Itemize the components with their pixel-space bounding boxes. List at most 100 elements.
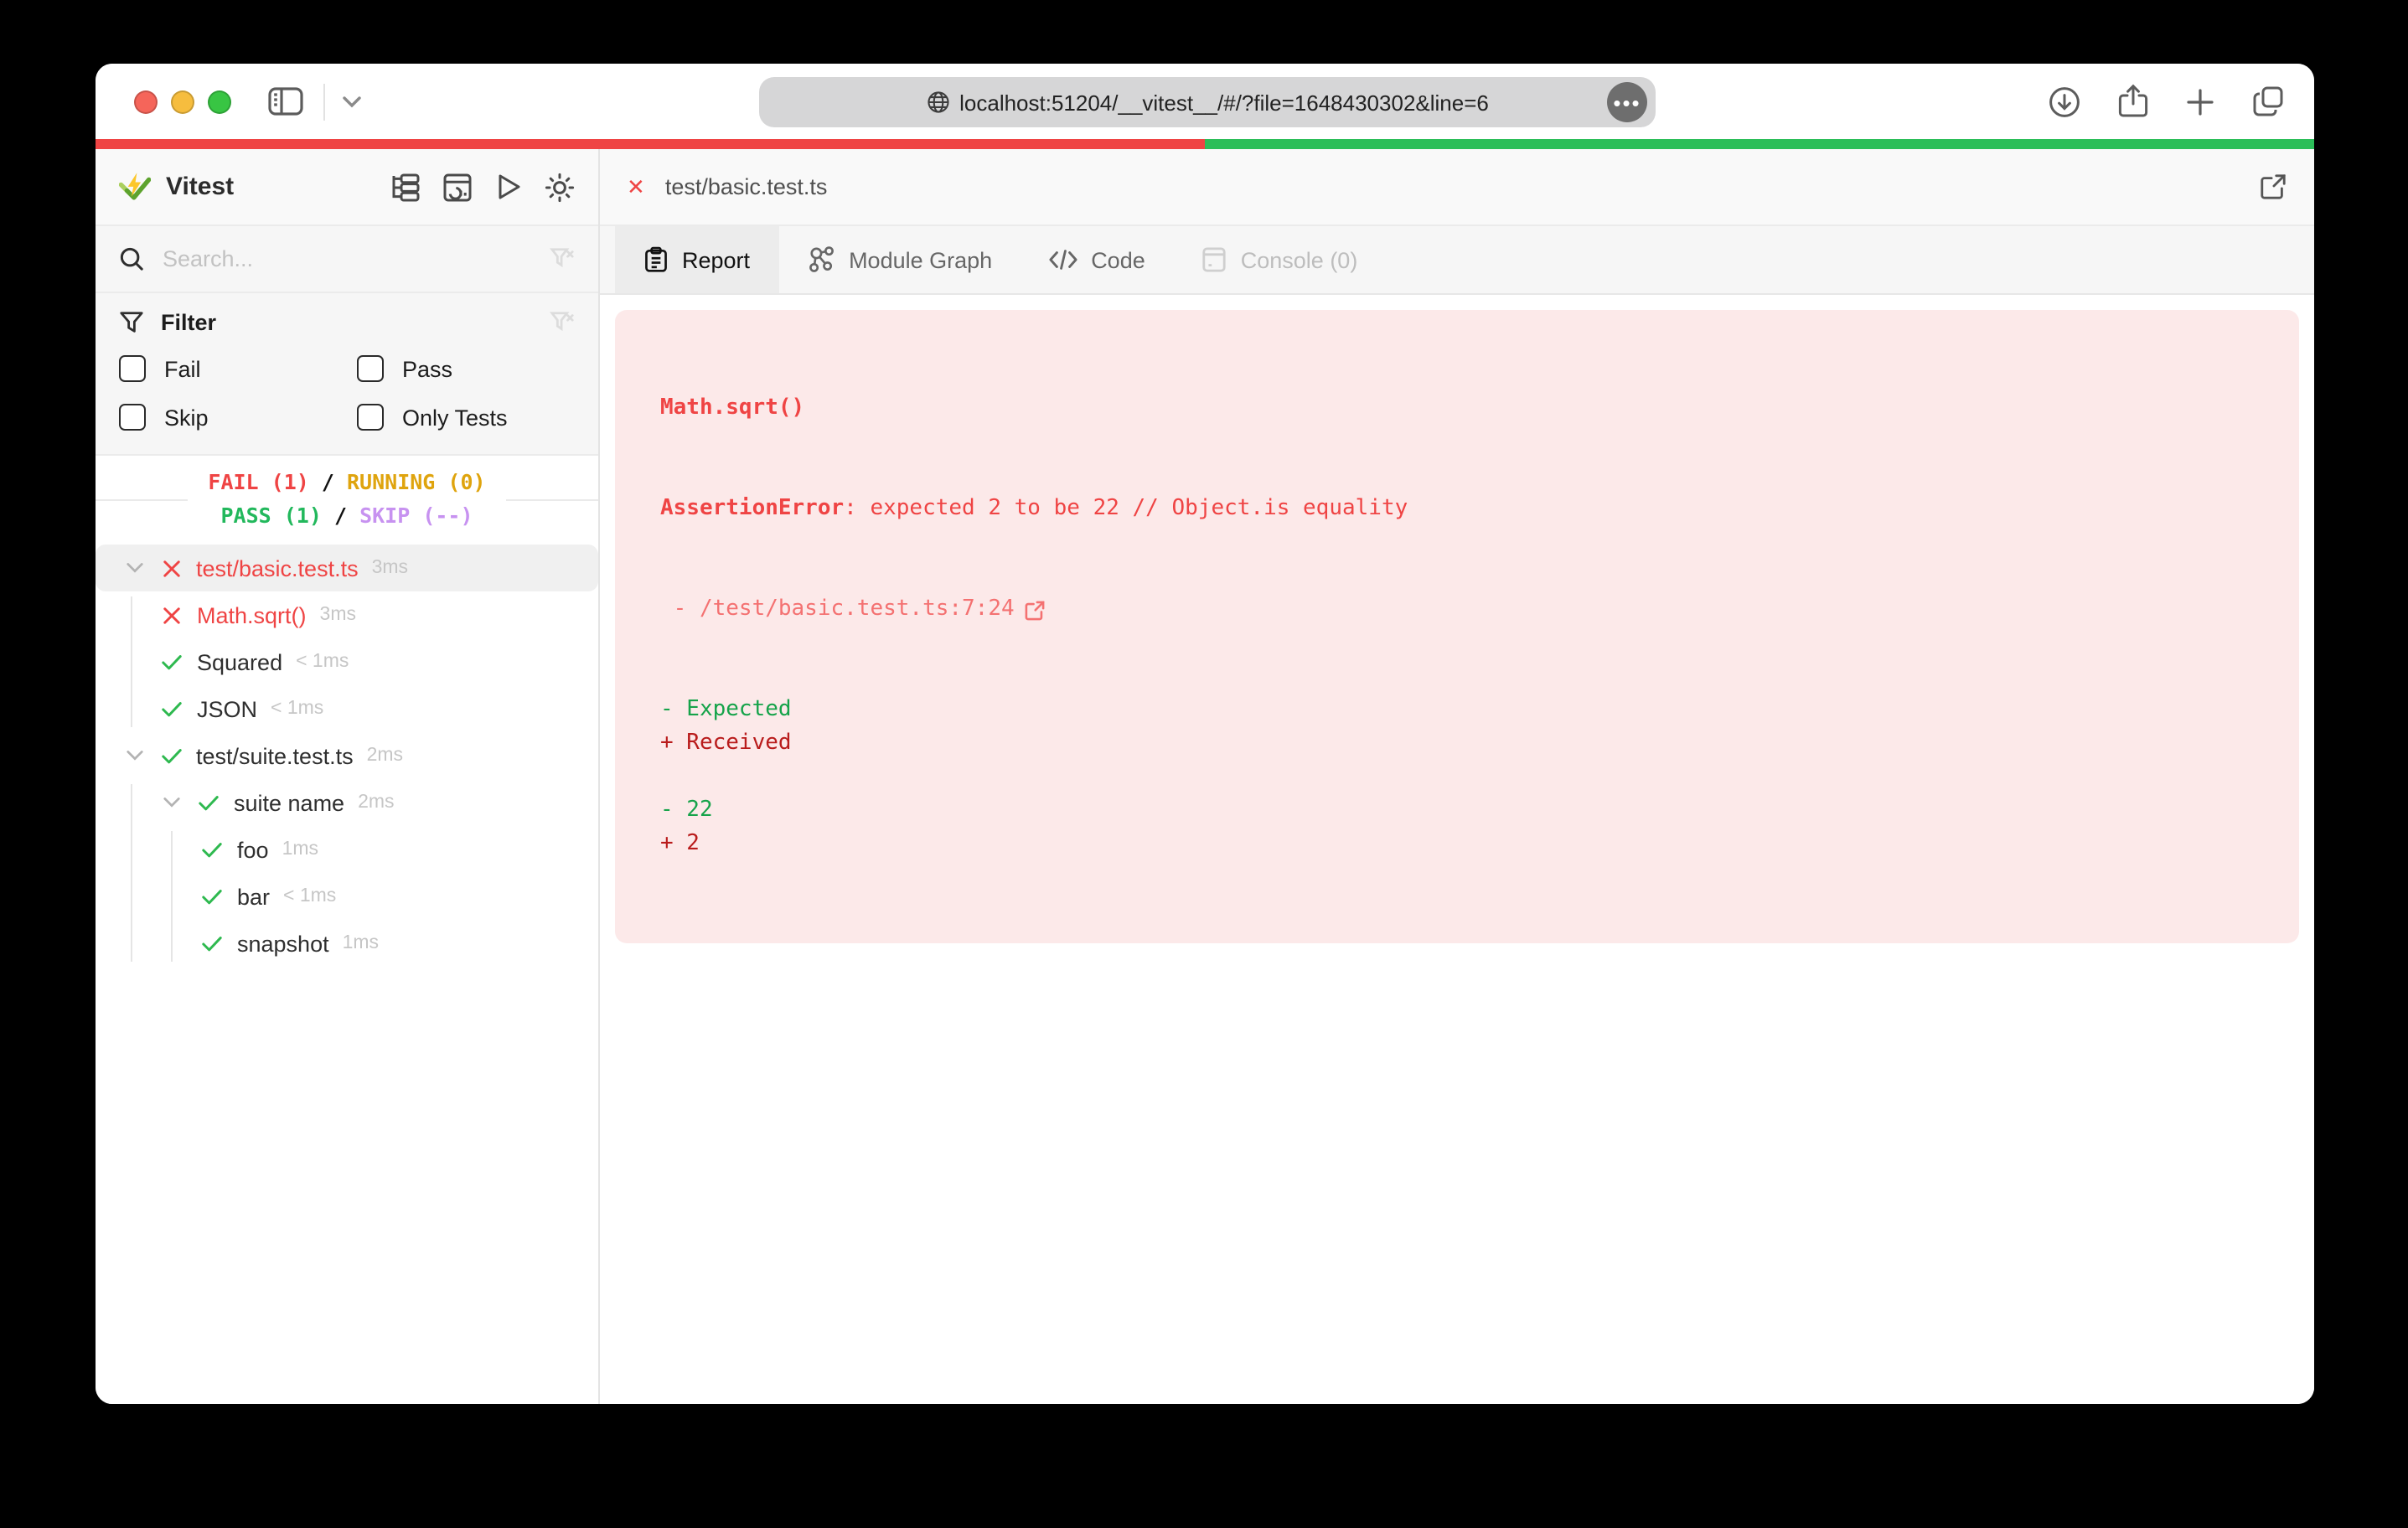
more-options-icon[interactable]: ••• <box>1607 82 1647 122</box>
tree-label: test/suite.test.ts <box>196 743 354 768</box>
checkbox-fail[interactable]: Fail <box>119 355 357 382</box>
checkbox-only-tests[interactable]: Only Tests <box>357 404 575 431</box>
code-icon <box>1049 248 1077 271</box>
theme-sun-icon[interactable] <box>545 172 575 202</box>
tree-row[interactable]: JSON< 1ms <box>96 685 598 732</box>
chevron-down-icon[interactable] <box>121 561 147 575</box>
tree-row[interactable]: Squared< 1ms <box>96 638 598 685</box>
checkbox-label: Fail <box>164 356 201 381</box>
new-tab-icon[interactable] <box>2185 86 2215 116</box>
tab-code[interactable]: Code <box>1021 226 1174 293</box>
chevron-down-icon[interactable] <box>121 749 147 762</box>
pass-icon <box>158 653 185 671</box>
module-graph-icon <box>807 246 835 273</box>
error-detail: : expected 2 to be 22 // Object.is equal… <box>844 496 1408 521</box>
error-test-name: Math.sqrt() <box>660 392 2299 426</box>
tab-report[interactable]: Report <box>615 226 778 293</box>
diff-line: - 22 <box>660 794 2299 828</box>
app-title: Vitest <box>166 173 390 201</box>
pass-icon <box>199 840 225 859</box>
checkbox-pass[interactable]: Pass <box>357 355 575 382</box>
tree-duration: 2ms <box>367 746 403 766</box>
view-tabs: Report Module Graph <box>600 226 2314 295</box>
diff-line <box>660 761 2299 794</box>
summary-count: / <box>334 503 359 528</box>
summary-count: / <box>322 469 347 494</box>
tree-row[interactable]: suite name2ms <box>96 779 598 826</box>
checkbox-skip[interactable]: Skip <box>119 404 357 431</box>
tree-row[interactable]: test/basic.test.ts3ms <box>96 545 598 591</box>
open-in-editor-icon[interactable] <box>1025 599 1046 621</box>
tab-label: Report <box>682 247 750 272</box>
error-name: AssertionError <box>660 496 844 521</box>
url-text: localhost:51204/__vitest__/#/?file=16484… <box>959 90 1489 115</box>
pass-icon <box>199 934 225 952</box>
test-summary: FAIL (1) / RUNNING (0) PASS (1) / SKIP (… <box>96 456 598 543</box>
tree-duration: 1ms <box>282 839 318 860</box>
titlebar-actions <box>2048 64 2284 139</box>
chevron-down-icon[interactable] <box>158 796 185 809</box>
stack-location[interactable]: - /test/basic.test.ts:7:24 <box>660 593 1015 627</box>
tree-duration: < 1ms <box>271 699 323 719</box>
filter-section: Filter Fail Pass <box>96 293 598 456</box>
sidebar: Vitest <box>96 149 600 1404</box>
browser-titlebar: localhost:51204/__vitest__/#/?file=16484… <box>96 64 2314 139</box>
tab-label: Code <box>1091 247 1145 272</box>
open-external-icon[interactable] <box>2259 173 2287 201</box>
pass-icon <box>158 699 185 718</box>
address-bar[interactable]: localhost:51204/__vitest__/#/?file=16484… <box>759 77 1656 127</box>
progress-pass-segment <box>1205 139 2314 149</box>
search-icon <box>119 246 144 271</box>
indent-guide <box>171 831 173 962</box>
filter-label: Filter <box>161 310 533 335</box>
tree-row[interactable]: Math.sqrt()3ms <box>96 591 598 638</box>
tree-label: Squared <box>197 649 282 674</box>
zoom-button[interactable] <box>208 90 231 113</box>
indent-guide <box>131 784 132 962</box>
tab-console: Console (0) <box>1174 226 1387 293</box>
fail-icon: ✕ <box>627 173 645 200</box>
file-name: test/basic.test.ts <box>665 174 2259 199</box>
run-all-icon[interactable] <box>494 172 523 202</box>
diff-line: + 2 <box>660 828 2299 861</box>
screen: localhost:51204/__vitest__/#/?file=16484… <box>0 0 2408 1528</box>
test-summary-counts: FAIL (1) / RUNNING (0) PASS (1) / SKIP (… <box>188 466 505 533</box>
checkbox-box <box>119 404 146 431</box>
minimize-button[interactable] <box>171 90 194 113</box>
tree-row[interactable]: test/suite.test.ts 2ms <box>96 732 598 779</box>
vitest-ui: Vitest <box>96 149 2314 1404</box>
tab-module-graph[interactable]: Module Graph <box>778 226 1021 293</box>
sidebar-header: Vitest <box>96 149 598 226</box>
tab-group-chevron-icon[interactable] <box>342 95 362 108</box>
checkbox-label: Skip <box>164 405 209 430</box>
funnel-icon <box>119 310 144 335</box>
tab-overview-icon[interactable] <box>2252 85 2284 117</box>
share-icon[interactable] <box>2118 84 2148 119</box>
dashboard-icon[interactable] <box>442 172 473 202</box>
browser-window: localhost:51204/__vitest__/#/?file=16484… <box>96 64 2314 1404</box>
window-controls <box>134 90 231 113</box>
globe-icon <box>926 90 949 114</box>
test-progress-bar <box>96 139 2314 149</box>
tree-label: suite name <box>234 790 344 815</box>
tree-duration: 1ms <box>343 933 379 953</box>
diff-line: - Expected <box>660 694 2299 727</box>
tree-duration: 3ms <box>372 558 408 578</box>
search-row <box>96 226 598 293</box>
summary-count: SKIP (--) <box>359 503 473 528</box>
diff-line: + Received <box>660 727 2299 761</box>
search-input[interactable] <box>159 245 535 273</box>
sidebar-toggle-icon[interactable] <box>268 87 303 116</box>
pass-icon <box>158 746 184 765</box>
download-icon[interactable] <box>2048 85 2081 118</box>
close-button[interactable] <box>134 90 158 113</box>
tree-label: foo <box>237 837 269 862</box>
summary-line-1: FAIL (1) / RUNNING (0) <box>208 466 485 499</box>
checkbox-box <box>119 355 146 382</box>
clear-filter-icon <box>550 310 575 335</box>
error-message: AssertionError: expected 2 to be 22 // O… <box>660 493 2299 526</box>
checkbox-box <box>357 404 384 431</box>
progress-fail-segment <box>96 139 1205 149</box>
clear-search-filter-icon <box>550 246 575 271</box>
tree-view-icon[interactable] <box>390 172 421 202</box>
